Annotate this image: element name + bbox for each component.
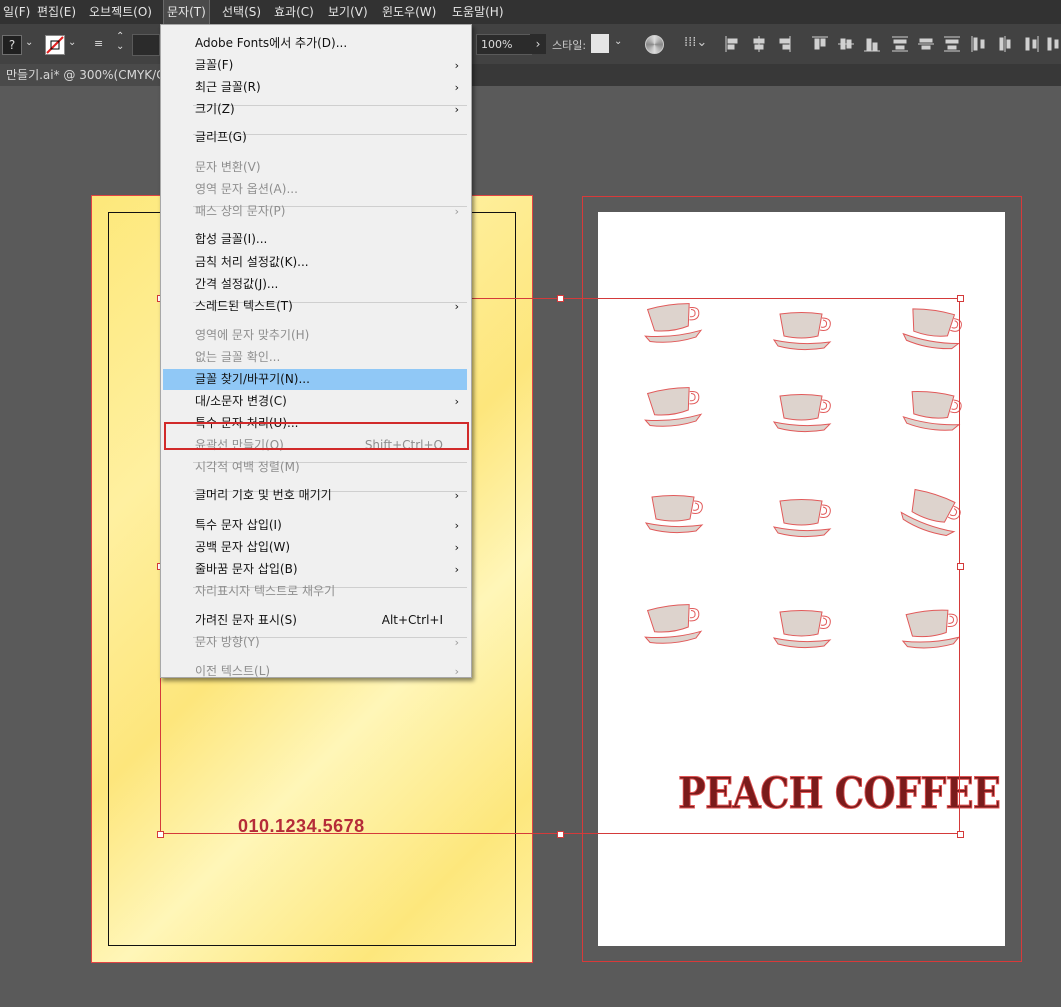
type-menu-item[interactable]: 특수 문자 삽입(I) › — [163, 515, 467, 536]
chevron-right-icon: › — [454, 541, 459, 554]
menu-item-label: 간격 설정값(J)... — [195, 277, 279, 291]
menu-item-label: 크기(Z) — [195, 102, 235, 116]
menubar-item[interactable]: 윈도우(W) — [379, 0, 439, 24]
menu-item-label: 문자 변환(V) — [195, 160, 261, 174]
style-swatch[interactable] — [591, 34, 609, 53]
type-menu-item[interactable]: 글꼴(F) › — [163, 55, 467, 76]
menubar-item[interactable]: 보기(V) — [325, 0, 371, 24]
type-menu-item[interactable]: 크기(Z) › — [163, 99, 467, 120]
menu-item-label: 특수 문자 삽입(I) — [195, 518, 282, 532]
menu-item-label: 영역 문자 옵션(A)... — [195, 182, 298, 196]
type-menu-item[interactable]: 가려진 문자 표시(S) Alt+Ctrl+I — [163, 610, 467, 631]
chevron-down-icon[interactable]: ⌄ — [614, 36, 622, 47]
menubar-item[interactable]: 효과(C) — [271, 0, 317, 24]
fill-swatch[interactable]: ? — [2, 35, 22, 55]
type-menu-item[interactable]: 공백 문자 삽입(W) › — [163, 537, 467, 558]
type-menu-item[interactable]: 영역 문자 옵션(A)... — [163, 179, 467, 200]
selection-handle[interactable] — [957, 563, 964, 570]
type-menu-item[interactable]: 스레드된 텍스트(T) › — [163, 296, 467, 317]
type-menu-item[interactable]: 글머리 기호 및 번호 매기기 › — [163, 485, 467, 506]
chevron-right-icon: › — [454, 665, 459, 678]
chevron-right-icon: › — [454, 395, 459, 408]
menu-item-label: Adobe Fonts에서 추가(D)... — [195, 36, 348, 50]
selection-handle[interactable] — [157, 831, 164, 838]
stepper-icon[interactable]: ⌃ ⌄ — [116, 32, 124, 52]
stroke-weight-field[interactable] — [132, 34, 160, 56]
chevron-right-icon: › — [454, 563, 459, 576]
menubar-item[interactable]: 오브젝트(O) — [86, 0, 155, 24]
menu-item-label: 패스 상의 문자(P) — [195, 204, 286, 218]
menu-item-label: 공백 문자 삽입(W) — [195, 540, 291, 554]
stroke-swatch[interactable] — [45, 35, 65, 55]
menu-item-label: 영역에 문자 맞추기(H) — [195, 328, 310, 342]
type-menu-item[interactable]: 대/소문자 변경(C) › — [163, 391, 467, 412]
menu-item-label: 글머리 기호 및 번호 매기기 — [195, 488, 332, 502]
chevron-right-icon: › — [454, 59, 459, 72]
chevron-right-icon[interactable]: › — [530, 34, 546, 54]
menu-item-label: 자리표시자 텍스트로 채우기 — [195, 584, 336, 598]
type-menu-item[interactable]: 글리프(G) — [163, 127, 467, 148]
menubar-item[interactable]: 선택(S) — [219, 0, 264, 24]
chevron-right-icon: › — [454, 519, 459, 532]
menu-item-label: 글리프(G) — [195, 130, 247, 144]
chevron-right-icon: › — [454, 489, 459, 502]
type-menu-dropdown: Adobe Fonts에서 추가(D)... 글꼴(F) › 최근 글꼴(R) › 크기(… — [160, 24, 472, 678]
type-menu-item[interactable]: 간격 설정값(J)... — [163, 274, 467, 295]
stroke-weight-icon: ≡ — [94, 37, 104, 50]
menu-item-label: 합성 글꼴(I)... — [195, 232, 268, 246]
selection-handle[interactable] — [557, 831, 564, 838]
type-menu-item[interactable]: 최근 글꼴(R) › — [163, 77, 467, 98]
menu-item-label: 대/소문자 변경(C) — [195, 394, 287, 408]
menu-item-label: 금칙 처리 설정값(K)... — [195, 255, 309, 269]
menubar-item[interactable]: 문자(T) — [163, 0, 210, 25]
menu-item-label: 가려진 문자 표시(S) — [195, 613, 297, 627]
chevron-right-icon: › — [454, 103, 459, 116]
menu-item-label: 이전 텍스트(L) — [195, 664, 271, 678]
type-menu-item[interactable]: 문자 방향(Y) › — [163, 632, 467, 653]
type-menu-item[interactable]: 시각적 여백 정렬(M) — [163, 457, 467, 478]
menu-item-label: 글꼴(F) — [195, 58, 234, 72]
type-menu-item[interactable]: 패스 상의 문자(P) › — [163, 201, 467, 222]
type-menu-item[interactable]: 글꼴 찾기/바꾸기(N)... — [163, 369, 467, 390]
chevron-right-icon: › — [454, 636, 459, 649]
menu-item-label: 문자 방향(Y) — [195, 635, 260, 649]
type-menu-item[interactable]: 영역에 문자 맞추기(H) — [163, 325, 467, 346]
align-to-selection-icon[interactable]: ⁞⁞⁞⌄ — [684, 35, 707, 50]
chevron-down-icon[interactable]: ⌄ — [68, 37, 76, 48]
chevron-down-icon[interactable]: ⌄ — [25, 37, 33, 48]
menubar-item[interactable]: 편집(E) — [34, 0, 79, 24]
type-menu-item[interactable]: Adobe Fonts에서 추가(D)... — [163, 33, 467, 54]
selection-handle[interactable] — [957, 295, 964, 302]
align-icons-group[interactable] — [724, 35, 1061, 53]
menu-item-label: 시각적 여백 정렬(M) — [195, 460, 300, 474]
type-menu-item[interactable]: 이전 텍스트(L) › — [163, 661, 467, 682]
menu-item-label: 최근 글꼴(R) — [195, 80, 261, 94]
recolor-icon[interactable] — [645, 35, 664, 54]
chevron-right-icon: › — [454, 300, 459, 313]
type-menu-item[interactable]: 합성 글꼴(I)... — [163, 229, 467, 250]
menu-item-label: 줄바꿈 문자 삽입(B) — [195, 562, 298, 576]
menu-item-shortcut: Alt+Ctrl+I — [381, 613, 443, 627]
type-menu-item[interactable]: 금칙 처리 설정값(K)... — [163, 252, 467, 273]
opacity-field[interactable]: 100% — [476, 34, 532, 55]
type-menu-item[interactable]: 문자 변환(V) — [163, 157, 467, 178]
menu-item-label: 스레드된 텍스트(T) — [195, 299, 293, 313]
selection-handle[interactable] — [957, 831, 964, 838]
selection-handle[interactable] — [557, 295, 564, 302]
menubar-item[interactable]: 일(F) — [0, 0, 33, 24]
menubar-item[interactable]: 도움말(H) — [449, 0, 507, 24]
menu-item-label: 없는 글꼴 확인... — [195, 350, 281, 364]
chevron-right-icon: › — [454, 81, 459, 94]
menu-item-label: 글꼴 찾기/바꾸기(N)... — [195, 372, 310, 386]
highlight-annotation-box — [164, 422, 469, 450]
chevron-right-icon: › — [454, 205, 459, 218]
type-menu-item[interactable]: 줄바꿈 문자 삽입(B) › — [163, 559, 467, 580]
menu-bar: 일(F) 편집(E) 오브젝트(O) 문자(T) 선택(S) 효과(C) 보기(V) 윈도우(… — [0, 0, 1061, 25]
type-menu-item[interactable]: 없는 글꼴 확인... — [163, 347, 467, 368]
style-label: 스타일: — [552, 39, 587, 52]
type-menu-item[interactable]: 자리표시자 텍스트로 채우기 — [163, 581, 467, 602]
